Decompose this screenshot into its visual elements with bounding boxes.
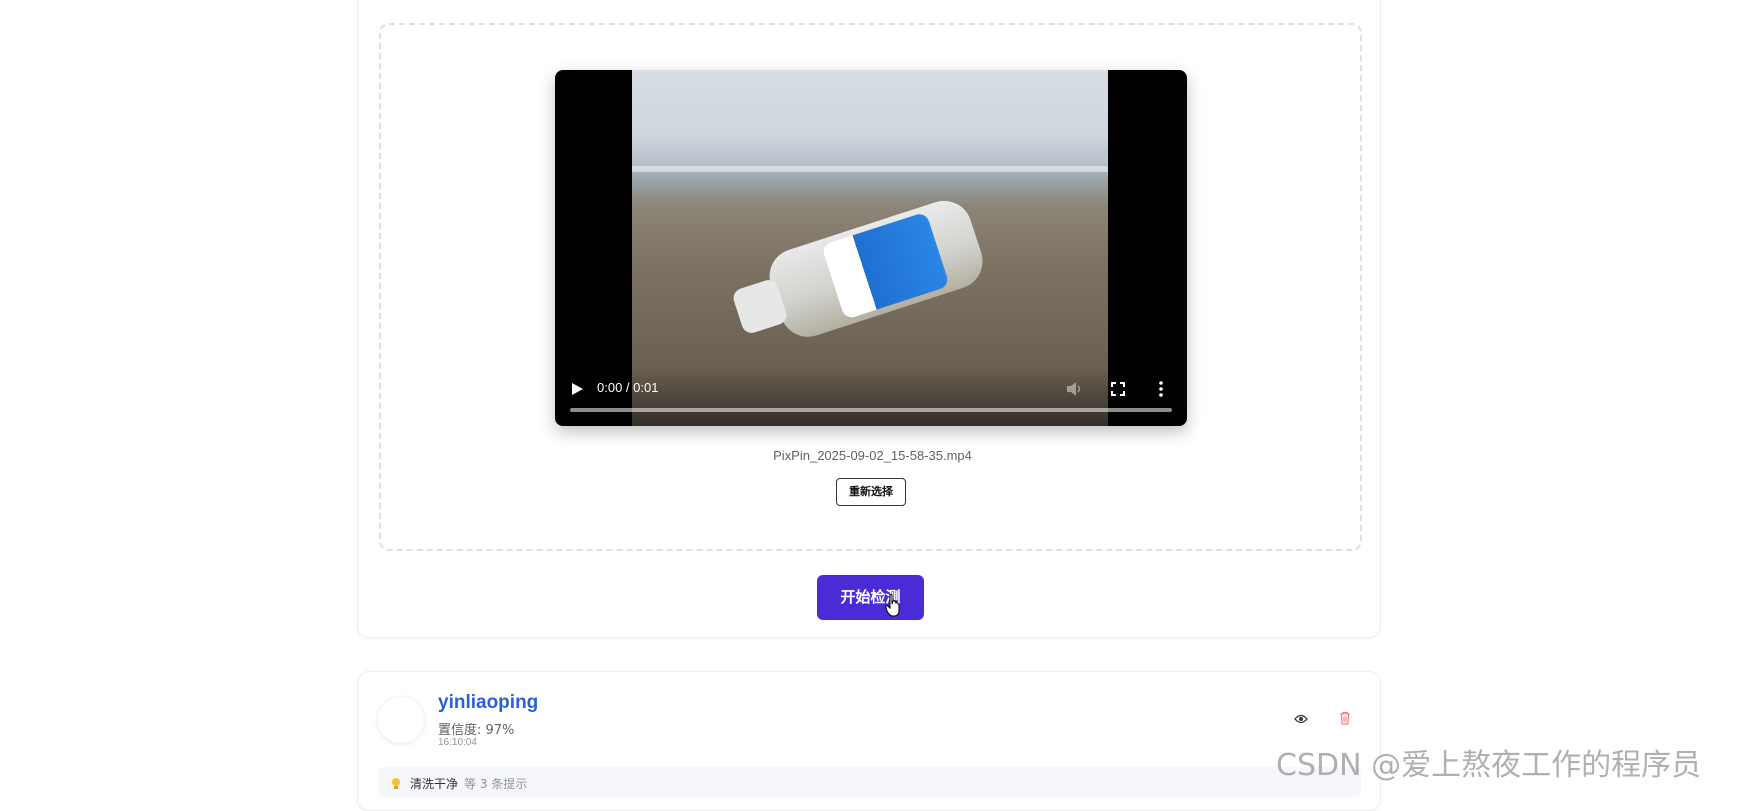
fullscreen-icon[interactable] (1110, 381, 1126, 397)
eye-icon[interactable] (1294, 713, 1308, 725)
video-filename: PixPin_2025-09-02_15-58-35.mp4 (773, 448, 972, 463)
tips-bar: 清洗干净 等 3 条提示 (378, 767, 1361, 797)
result-card: yinliaoping 置信度: 97% 16:10:04 清洗干净 等 3 条… (357, 671, 1381, 811)
result-name: yinliaoping (438, 692, 539, 713)
play-icon[interactable] (569, 381, 585, 397)
tip-more-count: 等 3 条提示 (464, 777, 528, 791)
bottle-image (724, 193, 990, 357)
start-detection-button[interactable]: 开始检测 (817, 575, 924, 620)
reselect-button[interactable]: 重新选择 (836, 478, 906, 506)
video-player[interactable]: 0:00 / 0:01 (555, 70, 1187, 426)
sea-line (632, 166, 1108, 172)
bottle-label (821, 211, 950, 320)
video-progress-bar[interactable] (570, 408, 1172, 412)
trash-icon[interactable] (1339, 711, 1351, 725)
result-time: 16:10:04 (438, 737, 477, 748)
video-dropzone[interactable]: 0:00 / 0:01 PixPin_2025-09-02_15-58-35.m… (379, 23, 1362, 551)
more-vert-icon[interactable] (1153, 380, 1169, 398)
result-confidence: 置信度: 97% (438, 723, 515, 738)
video-time: 0:00 / 0:01 (597, 380, 659, 395)
mute-icon[interactable] (1066, 381, 1084, 397)
upload-card: 0:00 / 0:01 PixPin_2025-09-02_15-58-35.m… (357, 0, 1381, 638)
watermark: CSDN @爱上熬夜工作的程序员 (1276, 748, 1702, 783)
hand-cursor-icon (885, 593, 900, 617)
avatar (377, 696, 425, 744)
video-controls: 0:00 / 0:01 (555, 368, 1187, 426)
tip-text: 清洗干净 (410, 777, 459, 791)
